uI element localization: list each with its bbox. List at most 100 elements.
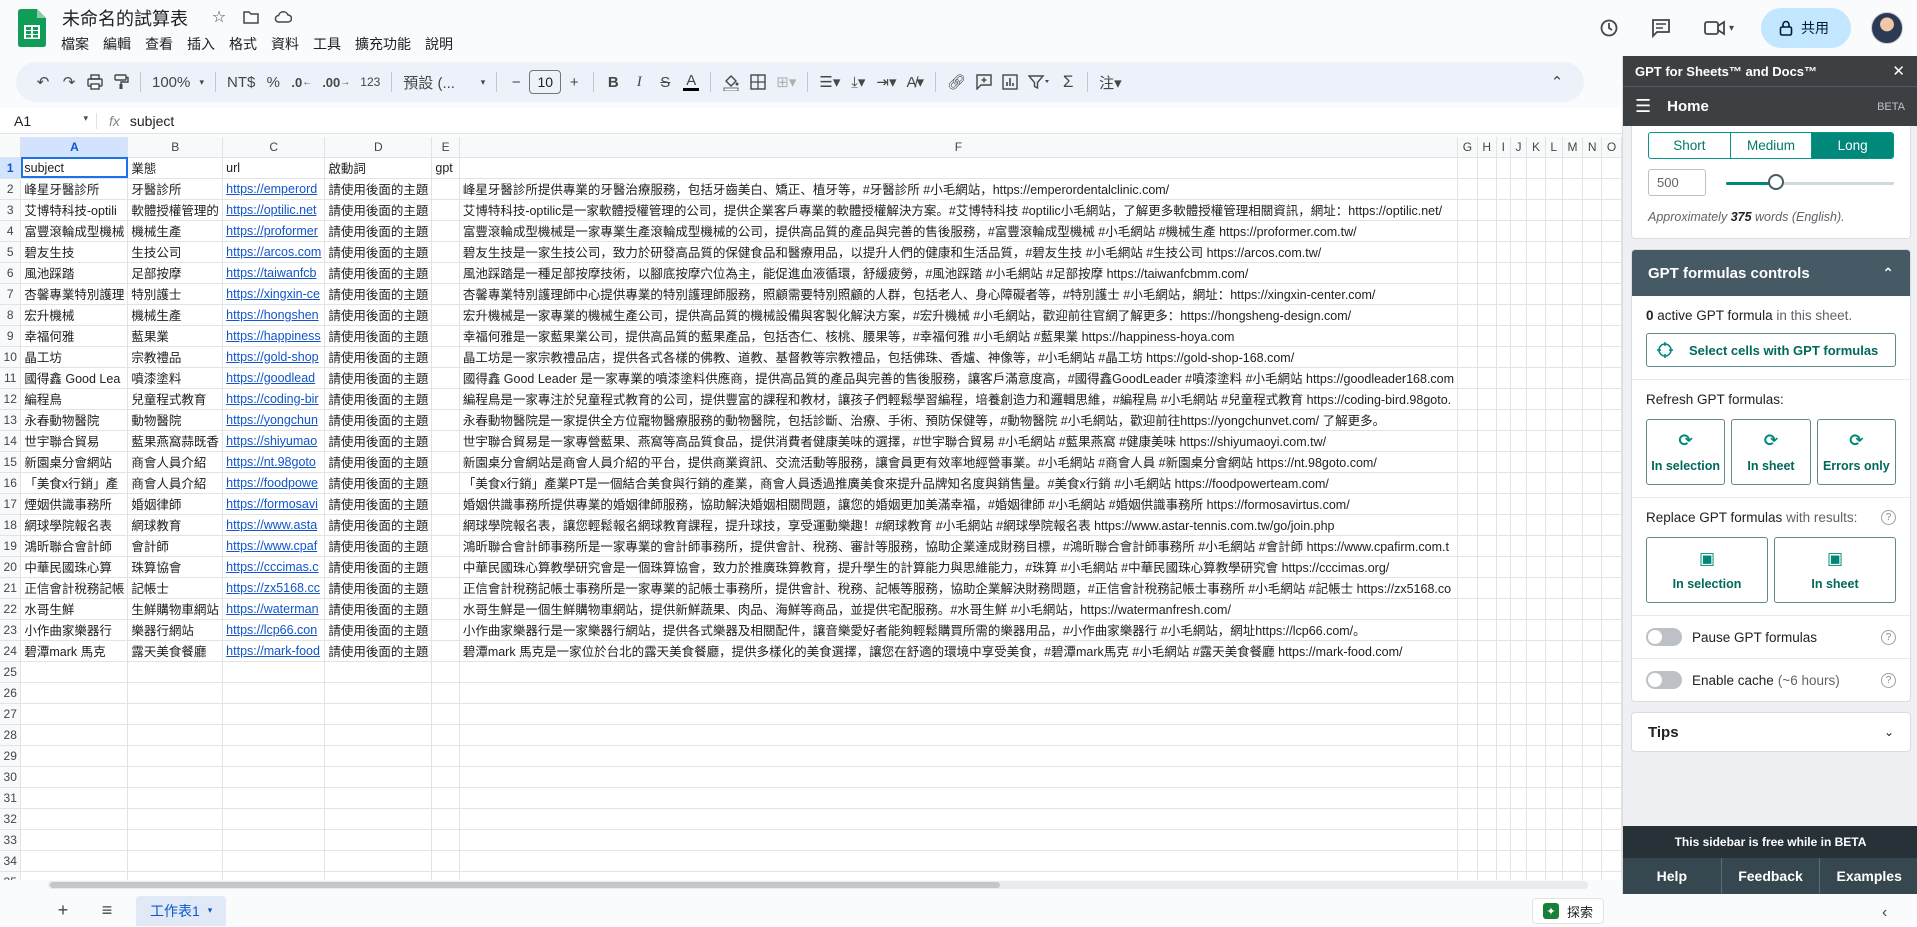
cell[interactable]: 請使用後面的主題 xyxy=(324,388,433,410)
cell[interactable]: 碧潭mark 馬克 xyxy=(20,640,129,662)
cell[interactable]: 請使用後面的主題 xyxy=(324,472,433,494)
cell[interactable] xyxy=(1601,871,1622,880)
cell[interactable]: https://yongchun xyxy=(222,409,326,431)
decrease-decimal-button[interactable]: .0 ← xyxy=(286,68,317,96)
cell[interactable] xyxy=(1601,304,1622,326)
cell[interactable] xyxy=(1526,262,1546,284)
cell[interactable]: 藍果業 xyxy=(127,325,224,347)
cell[interactable] xyxy=(1582,640,1603,662)
cell[interactable] xyxy=(1457,871,1478,880)
cell[interactable] xyxy=(1526,346,1546,368)
cell[interactable] xyxy=(127,787,224,809)
cell[interactable] xyxy=(1526,388,1546,410)
cell[interactable] xyxy=(1526,850,1546,872)
cell[interactable] xyxy=(1477,682,1497,704)
cell[interactable] xyxy=(1562,829,1584,851)
close-icon[interactable]: ✕ xyxy=(1892,62,1905,80)
cell[interactable] xyxy=(1582,388,1603,410)
cell[interactable] xyxy=(20,871,129,880)
cell[interactable] xyxy=(1496,850,1511,872)
cell[interactable] xyxy=(1477,724,1497,746)
cell[interactable] xyxy=(1496,766,1511,788)
cell[interactable] xyxy=(1477,829,1497,851)
cell[interactable]: 國得鑫 Good Leader 是一家專業的噴漆塗料供應商，提供高品質的產品與完… xyxy=(459,367,1459,389)
cell[interactable] xyxy=(1526,283,1546,305)
cell[interactable]: subject xyxy=(20,157,129,179)
cell[interactable] xyxy=(431,535,460,557)
cell[interactable] xyxy=(1582,556,1603,578)
cell[interactable]: 幸福何雅是一家藍果業公司，提供高品質的藍果產品，包括杏仁、核桃、腰果等，#幸福何… xyxy=(459,325,1459,347)
cell[interactable]: https://nt.98goto xyxy=(222,451,326,473)
history-icon[interactable] xyxy=(1593,12,1625,44)
cell[interactable] xyxy=(1601,367,1622,389)
cell[interactable] xyxy=(1457,514,1478,536)
cell[interactable] xyxy=(1601,493,1622,515)
column-header[interactable]: K xyxy=(1526,137,1546,158)
cell[interactable] xyxy=(1545,346,1563,368)
examples-link[interactable]: Examples xyxy=(1820,858,1917,894)
cell[interactable] xyxy=(1457,241,1478,263)
cell[interactable]: 碧友生技是一家生技公司，致力於研發高品質的保健食品和醫療用品，以提升人們的健康和… xyxy=(459,241,1459,263)
cell[interactable] xyxy=(431,598,460,620)
cell[interactable] xyxy=(1601,556,1622,578)
cell[interactable]: 請使用後面的主題 xyxy=(324,493,433,515)
collapse-toolbar-icon[interactable]: ⌃ xyxy=(1544,68,1570,96)
cell[interactable] xyxy=(1457,346,1478,368)
cell[interactable]: 請使用後面的主題 xyxy=(324,178,433,200)
cell[interactable]: 編程鳥 xyxy=(20,388,129,410)
cell[interactable] xyxy=(1510,619,1528,641)
cell[interactable] xyxy=(1496,304,1511,326)
help-link[interactable]: Help xyxy=(1623,858,1722,894)
cell[interactable] xyxy=(324,703,433,725)
cell[interactable]: 宏升機械是一家專業的機械生產公司，提供高品質的機械設備與客製化解決方案，#宏升機… xyxy=(459,304,1459,326)
decrease-font-size-icon[interactable]: − xyxy=(503,68,529,96)
cell[interactable] xyxy=(1457,409,1478,431)
cell[interactable] xyxy=(1510,409,1528,431)
cell[interactable] xyxy=(1457,262,1478,284)
cell[interactable]: 世宇聯合貿易是一家專營藍果、燕窩等高品質食品，提供消費者健康美味的選擇，#世宇聯… xyxy=(459,430,1459,452)
cell[interactable] xyxy=(1601,472,1622,494)
cell[interactable] xyxy=(459,850,1459,872)
cell[interactable] xyxy=(1562,157,1584,179)
cell[interactable] xyxy=(1496,493,1511,515)
cell[interactable] xyxy=(1582,178,1603,200)
cell[interactable] xyxy=(1526,871,1546,880)
cell[interactable] xyxy=(324,724,433,746)
cell[interactable] xyxy=(324,661,433,683)
cell[interactable] xyxy=(1582,241,1603,263)
cell[interactable] xyxy=(1510,556,1528,578)
cell[interactable] xyxy=(1562,514,1584,536)
cell[interactable]: 請使用後面的主題 xyxy=(324,241,433,263)
cell[interactable]: 請使用後面的主題 xyxy=(324,451,433,473)
select-all-corner[interactable] xyxy=(0,137,22,158)
cell[interactable] xyxy=(1510,661,1528,683)
cell[interactable] xyxy=(1562,430,1584,452)
cell[interactable] xyxy=(1545,808,1563,830)
cell[interactable] xyxy=(1601,346,1622,368)
cell[interactable]: 鴻昕聯合會計師 xyxy=(20,535,129,557)
share-button[interactable]: 共用 xyxy=(1761,8,1851,48)
cell[interactable] xyxy=(1526,430,1546,452)
row-header[interactable]: 21 xyxy=(0,577,22,599)
row-header[interactable]: 10 xyxy=(0,346,22,368)
length-slider[interactable] xyxy=(1726,173,1894,190)
cell[interactable] xyxy=(431,640,460,662)
cell[interactable] xyxy=(1510,178,1528,200)
cell[interactable] xyxy=(1477,346,1497,368)
cell[interactable] xyxy=(1526,703,1546,725)
cell[interactable]: 機械生產 xyxy=(127,220,224,242)
text-wrap-icon[interactable]: ⇥▾ xyxy=(871,68,901,96)
cell[interactable] xyxy=(1457,661,1478,683)
cell[interactable]: 記帳士 xyxy=(127,577,224,599)
cell[interactable] xyxy=(1545,766,1563,788)
cell[interactable] xyxy=(1477,640,1497,662)
cell[interactable] xyxy=(431,766,460,788)
cell[interactable] xyxy=(1601,220,1622,242)
cell[interactable] xyxy=(1496,535,1511,557)
cell[interactable] xyxy=(1477,514,1497,536)
cell[interactable] xyxy=(1601,682,1622,704)
column-header[interactable]: H xyxy=(1477,137,1497,158)
cell[interactable] xyxy=(222,787,326,809)
cell[interactable]: 噴漆塗料 xyxy=(127,367,224,389)
name-box[interactable]: A1 ▾ xyxy=(0,113,96,129)
